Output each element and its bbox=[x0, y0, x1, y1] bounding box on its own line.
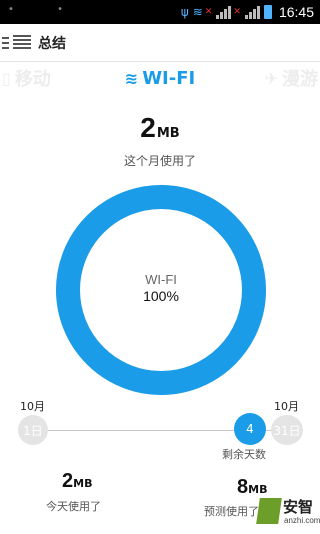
remaining-days-marker: 4 bbox=[234, 413, 266, 445]
today-usage-number: 2 bbox=[62, 470, 74, 492]
mobile-icon: ▯ bbox=[2, 68, 11, 88]
ring-percent: 100% bbox=[143, 288, 179, 304]
remaining-days-label: 剩余天数 bbox=[222, 448, 266, 461]
tab-mobile[interactable]: ▯ 移动 bbox=[2, 64, 51, 92]
no-signal-icon-2: ✕ bbox=[233, 7, 241, 17]
tab-label: 漫游 bbox=[282, 69, 318, 90]
end-month: 10月 bbox=[274, 400, 299, 413]
usb-icon: ψ bbox=[180, 5, 189, 19]
anzhi-watermark: 安智 anzhi.com bbox=[256, 494, 320, 534]
today-usage-unit: MB bbox=[73, 477, 93, 490]
start-month: 10月 bbox=[20, 400, 45, 413]
today-usage-value: 2MB bbox=[62, 470, 92, 493]
start-day-marker: 1日 bbox=[18, 415, 48, 445]
monthly-usage-unit: MB bbox=[156, 126, 180, 141]
network-tabs: ≋ WI-FI ▯ 移动 ✈ 漫游 bbox=[0, 64, 320, 92]
usage-ring: WI-FI 100% bbox=[56, 185, 266, 395]
watermark-url: anzhi.com bbox=[284, 516, 320, 525]
wifi-icon: ≋ bbox=[124, 68, 139, 88]
tab-roaming[interactable]: ✈ 漫游 bbox=[265, 64, 318, 92]
page-title: 总结 bbox=[38, 35, 66, 52]
airplane-icon: ✈ bbox=[264, 68, 278, 88]
no-signal-icon: ✕ bbox=[204, 7, 213, 17]
status-bar-indicators: • • bbox=[8, 4, 83, 15]
status-time: 16:45 bbox=[278, 4, 314, 20]
watermark-name: 安智 bbox=[283, 498, 314, 516]
monthly-usage-value: 2MB bbox=[0, 112, 320, 144]
wifi-icon: ≋ bbox=[192, 5, 203, 19]
tab-label: 移动 bbox=[14, 69, 51, 90]
signal-icon-2 bbox=[244, 5, 260, 19]
tab-label: WI-FI bbox=[142, 67, 196, 89]
signal-icon bbox=[216, 5, 232, 19]
menu-drawer-icon[interactable] bbox=[0, 24, 34, 62]
monthly-usage-caption: 这个月使用了 bbox=[123, 154, 196, 168]
monthly-usage-number: 2 bbox=[140, 112, 156, 143]
anzhi-logo-icon bbox=[256, 498, 282, 524]
status-bar: • • ψ ≋ ✕ ✕ 16:45 bbox=[0, 0, 320, 24]
today-usage-caption: 今天使用了 bbox=[46, 500, 101, 513]
predicted-usage-caption: 预测使用了 bbox=[204, 505, 259, 518]
end-day-marker: 31日 bbox=[271, 415, 303, 445]
predicted-usage-number: 8 bbox=[237, 476, 249, 498]
ring-label: WI-FI bbox=[145, 272, 177, 287]
action-bar: 总结 bbox=[0, 24, 320, 62]
battery-icon bbox=[263, 5, 272, 19]
